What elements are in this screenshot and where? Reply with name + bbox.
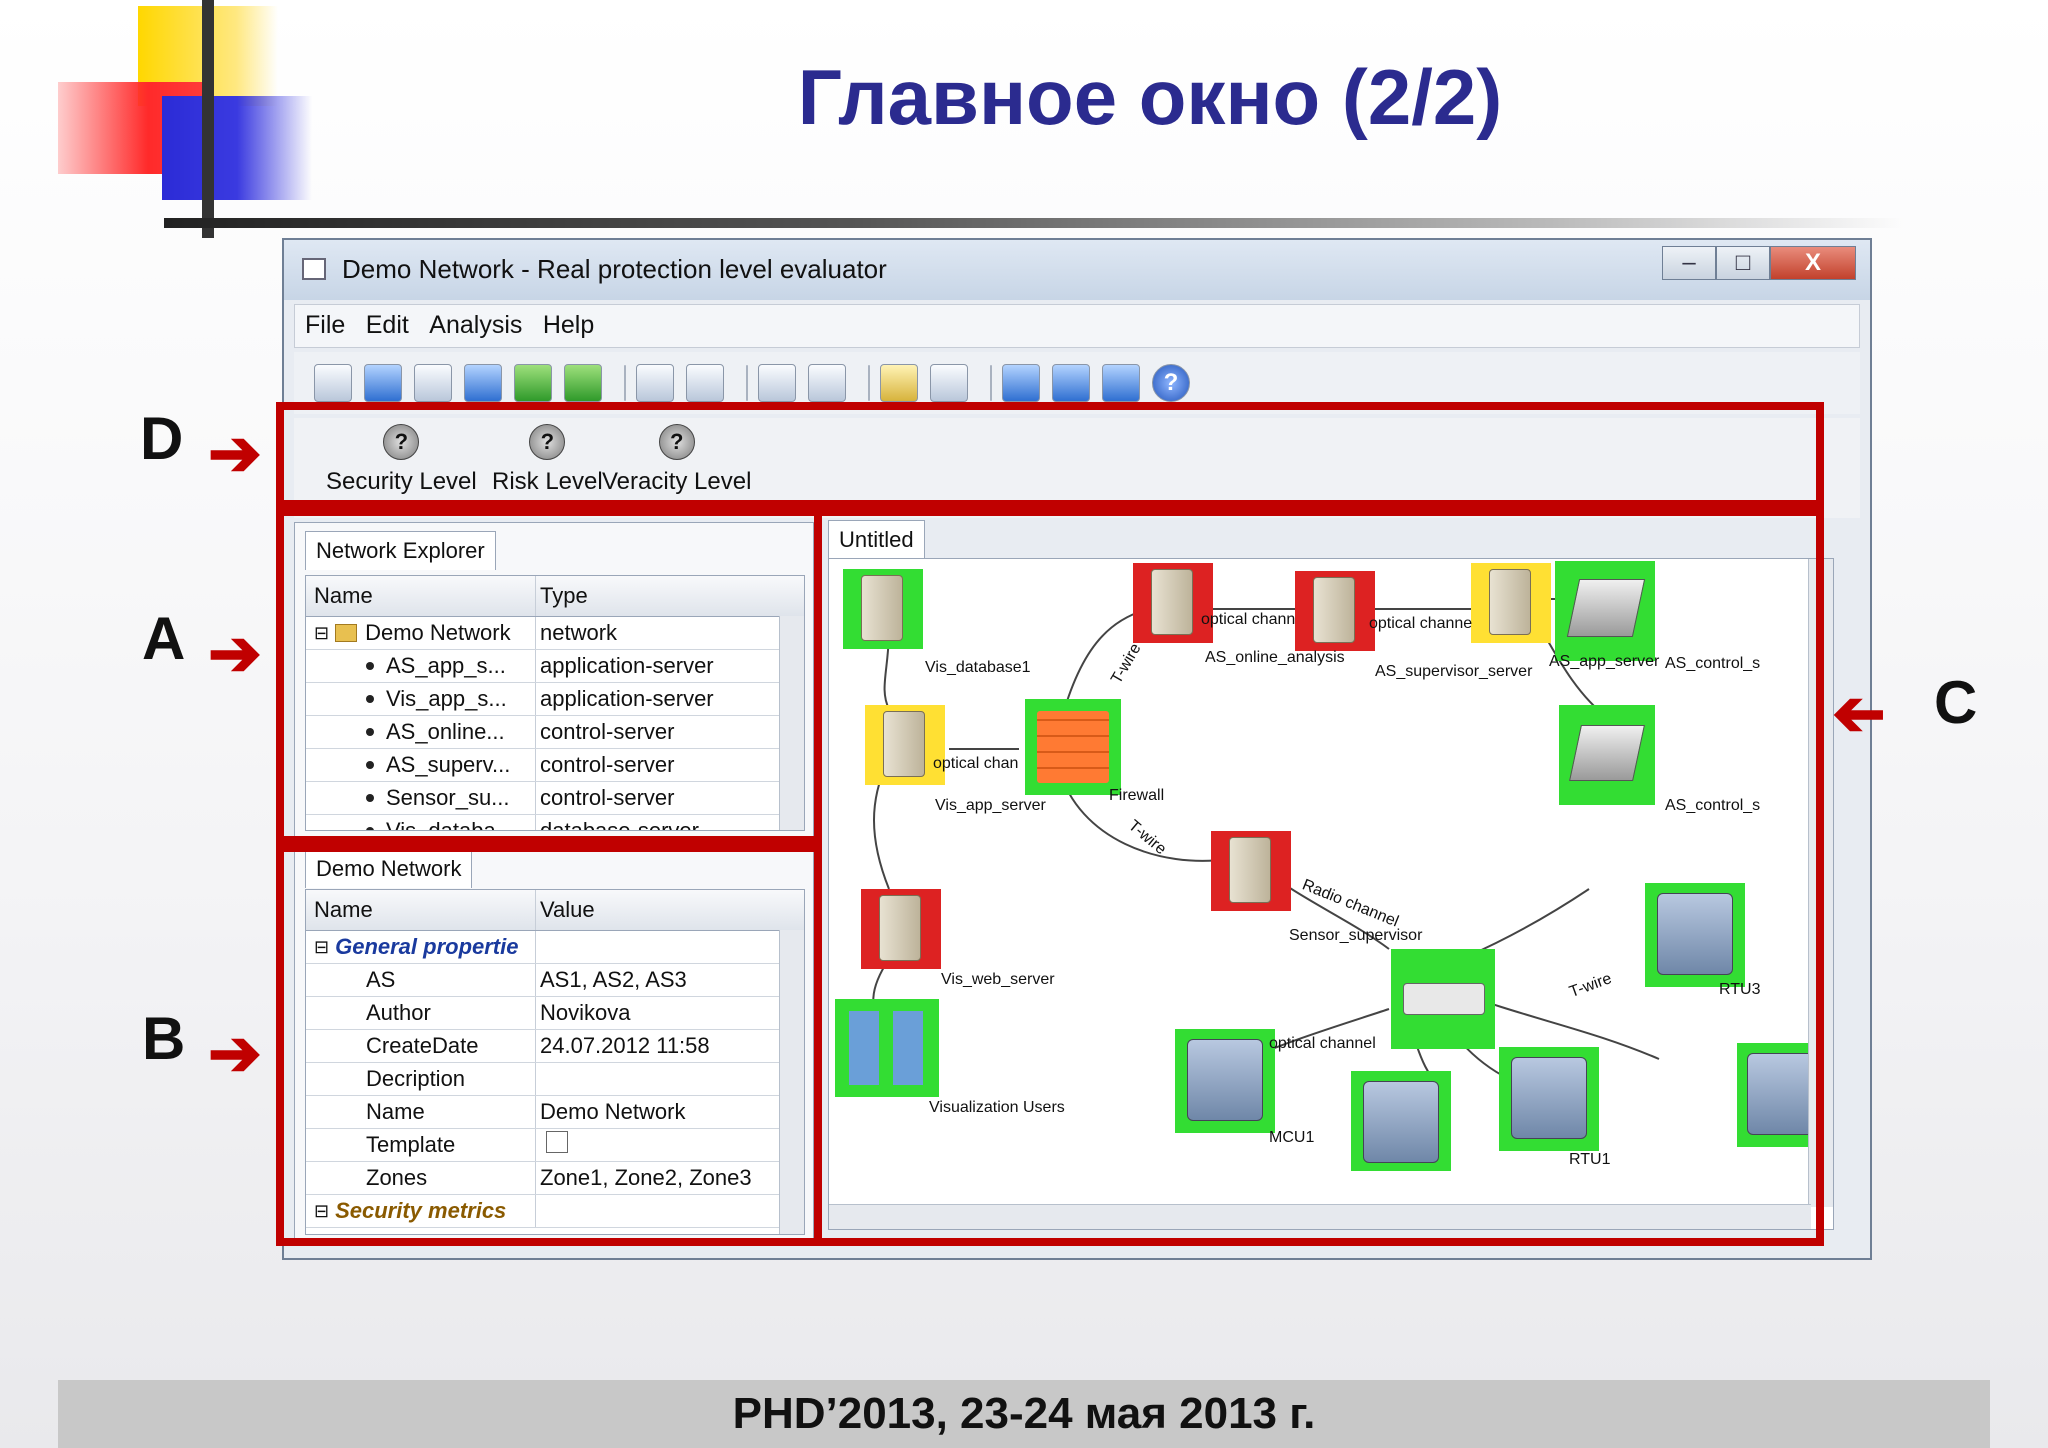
minimize-button[interactable]: – bbox=[1662, 246, 1716, 280]
label-d: D bbox=[140, 405, 184, 472]
arrow-right-icon: ➔ bbox=[208, 617, 262, 689]
open-file-icon[interactable] bbox=[364, 364, 402, 402]
menu-edit[interactable]: Edit bbox=[356, 305, 415, 340]
decor-horizontal-line bbox=[164, 218, 1904, 228]
toolbar-separator bbox=[990, 365, 992, 401]
menu-help[interactable]: Help bbox=[533, 305, 600, 340]
download-icon[interactable] bbox=[564, 364, 602, 402]
window-titlebar[interactable]: Demo Network - Real protection level eva… bbox=[284, 240, 1870, 300]
print-icon[interactable] bbox=[686, 364, 724, 402]
annotation-box-a bbox=[276, 508, 822, 844]
maximize-button[interactable]: □ bbox=[1716, 246, 1770, 280]
window-title: Demo Network - Real protection level eva… bbox=[342, 254, 887, 284]
new-file-icon[interactable] bbox=[314, 364, 352, 402]
slide-footer: PHD’2013, 23-24 мая 2013 г. bbox=[58, 1380, 1990, 1448]
print-preview-icon[interactable] bbox=[636, 364, 674, 402]
hand-pointer-icon[interactable] bbox=[930, 364, 968, 402]
toolbar-separator bbox=[624, 365, 626, 401]
label-a: A bbox=[142, 605, 186, 672]
menu-bar: File Edit Analysis Help bbox=[294, 304, 1860, 348]
help-icon[interactable]: ? bbox=[1152, 364, 1190, 402]
refresh-icon[interactable] bbox=[1102, 364, 1140, 402]
arrow-left-icon: ➔ bbox=[1832, 677, 1886, 749]
menu-analysis[interactable]: Analysis bbox=[419, 305, 528, 340]
folder-icon[interactable] bbox=[414, 364, 452, 402]
arrow-right-icon: ➔ bbox=[208, 1017, 262, 1089]
presentation-slide: Главное окно (2/2) Demo Network - Real p… bbox=[0, 0, 2048, 1448]
zoom-in-icon[interactable] bbox=[1002, 364, 1040, 402]
app-icon bbox=[302, 258, 326, 280]
decor-blue-square bbox=[162, 96, 312, 200]
annotation-box-d bbox=[276, 402, 1824, 508]
label-c: C bbox=[1934, 669, 1978, 736]
annotation-box-c bbox=[814, 508, 1824, 1246]
zoom-out-icon[interactable] bbox=[1052, 364, 1090, 402]
toolbar-separator bbox=[868, 365, 870, 401]
save-icon[interactable] bbox=[464, 364, 502, 402]
annotation-box-b bbox=[276, 844, 822, 1246]
menu-file[interactable]: File bbox=[295, 305, 351, 340]
slide-title: Главное окно (2/2) bbox=[797, 53, 1503, 141]
edit-icon[interactable] bbox=[880, 364, 918, 402]
network-icon[interactable] bbox=[808, 364, 846, 402]
node-icon[interactable] bbox=[758, 364, 796, 402]
toolbar-separator bbox=[746, 365, 748, 401]
upload-icon[interactable] bbox=[514, 364, 552, 402]
arrow-right-icon: ➔ bbox=[208, 417, 262, 489]
label-b: B bbox=[142, 1005, 186, 1072]
decor-vertical-line bbox=[202, 0, 214, 238]
close-button[interactable]: X bbox=[1770, 246, 1856, 280]
